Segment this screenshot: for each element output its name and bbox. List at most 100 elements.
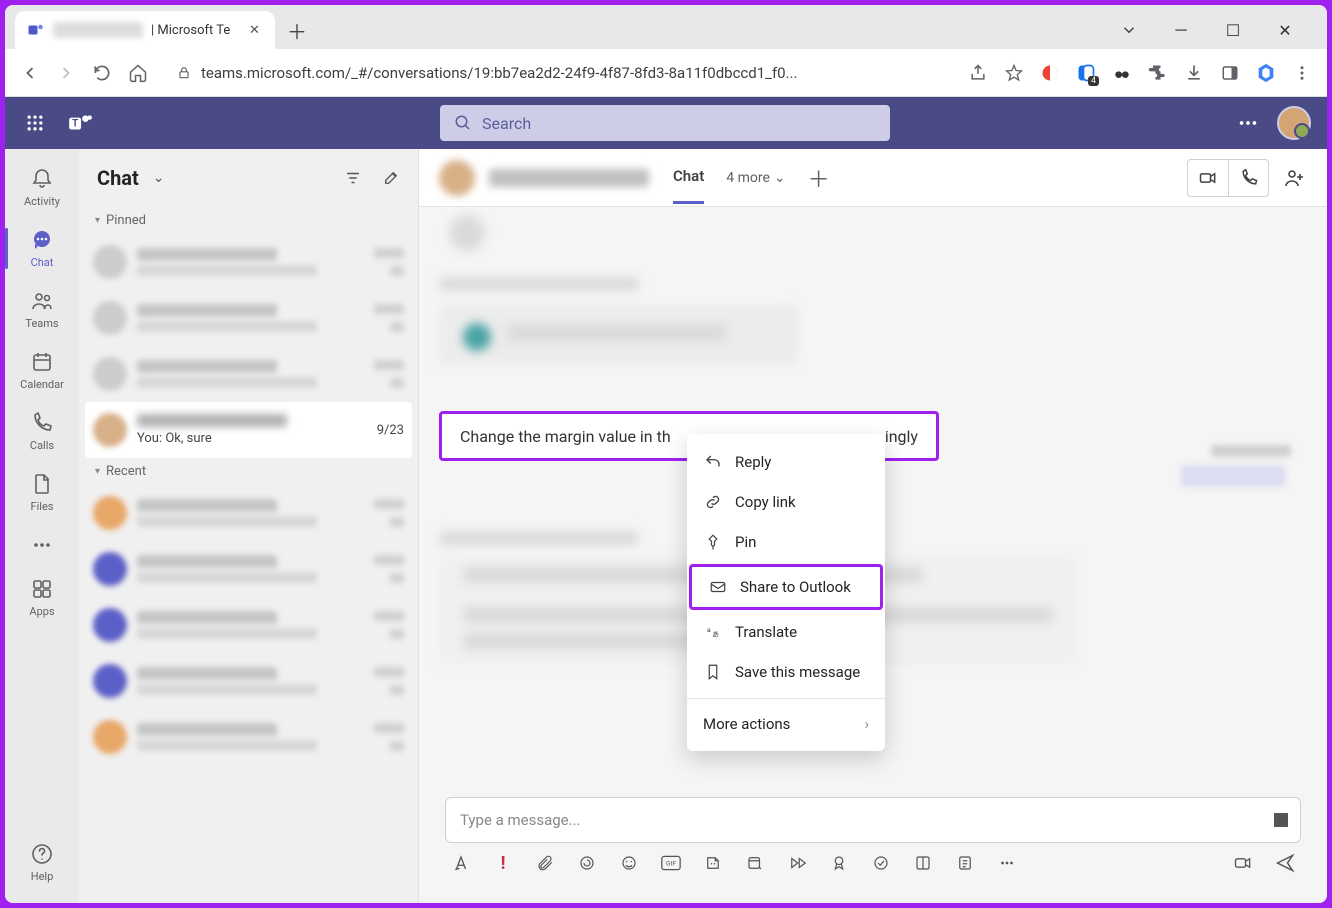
new-chat-icon[interactable]	[382, 169, 400, 187]
video-clip-icon[interactable]	[1233, 853, 1253, 873]
sticker-icon[interactable]	[703, 853, 723, 873]
rail-teams[interactable]: Teams	[5, 281, 79, 338]
ext-download-icon[interactable]	[1183, 62, 1205, 84]
compose-placeholder: Type a message...	[460, 811, 581, 829]
compose-input[interactable]: Type a message...	[445, 797, 1301, 843]
search-icon	[454, 114, 472, 132]
window-controls: ─ ☐ ✕	[1113, 14, 1317, 46]
emoji-icon[interactable]	[619, 853, 639, 873]
audio-call-button[interactable]	[1228, 160, 1268, 196]
ext-sidepanel-icon[interactable]	[1219, 62, 1241, 84]
chat-item[interactable]	[79, 346, 418, 402]
browser-menu-button[interactable]	[1291, 62, 1313, 84]
chat-header-avatar[interactable]	[439, 160, 475, 196]
menu-separator	[687, 698, 885, 699]
ext-hexagon-icon[interactable]	[1255, 62, 1277, 84]
rail-more[interactable]	[5, 525, 79, 565]
call-buttons	[1187, 159, 1269, 197]
caret-icon: ▾	[95, 466, 100, 477]
teams-top-bar: T Search	[5, 97, 1327, 149]
send-button[interactable]	[1275, 853, 1295, 873]
section-recent[interactable]: ▾ Recent	[79, 458, 418, 485]
loop-icon[interactable]	[577, 853, 597, 873]
filter-icon[interactable]	[344, 169, 362, 187]
pin-icon	[703, 532, 723, 552]
rail-files[interactable]: Files	[5, 464, 79, 521]
user-avatar[interactable]	[1277, 106, 1311, 140]
share-icon[interactable]	[967, 62, 989, 84]
chat-item[interactable]	[79, 597, 418, 653]
format-icon[interactable]	[451, 853, 471, 873]
url-text: teams.microsoft.com/_#/conversations/19:…	[201, 64, 797, 82]
chat-item-selected[interactable]: You: Ok, sure 9/23	[85, 402, 412, 458]
chat-item[interactable]	[79, 290, 418, 346]
nav-reload-button[interactable]	[91, 62, 113, 84]
menu-reply[interactable]: Reply	[687, 442, 885, 482]
ext-puzzle-icon[interactable]	[1147, 62, 1169, 84]
compose-more-icon[interactable]	[997, 853, 1017, 873]
bookmark-star-icon[interactable]	[1003, 62, 1025, 84]
section-pinned[interactable]: ▾ Pinned	[79, 207, 418, 234]
window-maximize-button[interactable]: ☐	[1217, 14, 1249, 46]
url-bar[interactable]: teams.microsoft.com/_#/conversations/19:…	[163, 56, 953, 90]
menu-copy-link[interactable]: Copy link	[687, 482, 885, 522]
app-launcher-icon[interactable]	[21, 113, 49, 133]
tab-chat[interactable]: Chat	[673, 167, 704, 204]
menu-share-outlook[interactable]: Share to Outlook	[689, 564, 883, 610]
gif-icon[interactable]: GIF	[661, 853, 681, 873]
teams-logo-icon[interactable]: T	[67, 110, 93, 136]
browser-tab[interactable]: | Microsoft Te ✕	[15, 11, 275, 49]
add-people-button[interactable]	[1283, 166, 1307, 190]
ext-incognito-icon[interactable]	[1111, 62, 1133, 84]
viva-icon[interactable]	[913, 853, 933, 873]
tab-close-icon[interactable]: ✕	[249, 23, 263, 38]
approvals-icon[interactable]	[871, 853, 891, 873]
menu-translate[interactable]: aあ Translate	[687, 612, 885, 652]
nav-back-button[interactable]	[19, 62, 41, 84]
window-minimize-button[interactable]: ─	[1165, 14, 1197, 46]
menu-save-message[interactable]: Save this message	[687, 652, 885, 692]
rail-chat[interactable]: Chat	[5, 220, 79, 277]
chat-dropdown-chevron-icon[interactable]: ⌄	[153, 170, 165, 186]
message-text-end: ingly	[885, 427, 918, 446]
schedule-icon[interactable]	[745, 853, 765, 873]
settings-more-icon[interactable]	[1237, 112, 1259, 134]
tab-title: | Microsoft Te	[151, 23, 241, 38]
menu-pin[interactable]: Pin	[687, 522, 885, 562]
tabs-more[interactable]: 4 more ⌄	[726, 170, 785, 186]
chat-item[interactable]	[79, 541, 418, 597]
priority-icon[interactable]: !	[493, 853, 513, 873]
caret-down-icon[interactable]	[1113, 14, 1145, 46]
chat-header: Chat 4 more ⌄ ＋	[419, 149, 1327, 207]
stream-icon[interactable]	[787, 853, 807, 873]
chat-item[interactable]	[79, 653, 418, 709]
compose-area: Type a message... ! GIF	[445, 797, 1301, 873]
attach-icon[interactable]	[535, 853, 555, 873]
chat-item[interactable]	[79, 709, 418, 765]
video-call-button[interactable]	[1188, 160, 1228, 196]
ext-red-icon[interactable]	[1039, 62, 1061, 84]
updates-icon[interactable]	[955, 853, 975, 873]
chat-header-name-blurred	[489, 169, 649, 187]
nav-home-button[interactable]	[127, 62, 149, 84]
window-close-button[interactable]: ✕	[1269, 14, 1301, 46]
rail-calls[interactable]: Calls	[5, 403, 79, 460]
chat-item[interactable]	[79, 234, 418, 290]
ext-blue-sync-icon[interactable]: 4	[1075, 62, 1097, 84]
chat-item[interactable]	[79, 485, 418, 541]
rail-activity[interactable]: Activity	[5, 159, 79, 216]
extensions-row: 4	[967, 62, 1313, 84]
rail-help[interactable]: Help	[5, 834, 79, 891]
message-context-menu: Reply Copy link Pin Share to Outlook aあ …	[687, 434, 885, 751]
mail-icon	[708, 577, 728, 597]
praise-icon[interactable]	[829, 853, 849, 873]
new-tab-button[interactable]: ＋	[283, 16, 311, 45]
rail-calendar[interactable]: Calendar	[5, 342, 79, 399]
search-input[interactable]: Search	[440, 105, 890, 141]
rail-apps[interactable]: Apps	[5, 569, 79, 626]
compose-stop-icon[interactable]	[1274, 813, 1288, 827]
add-tab-button[interactable]: ＋	[808, 162, 830, 194]
svg-text:T: T	[72, 118, 78, 129]
menu-more-actions[interactable]: More actions ›	[687, 705, 885, 743]
nav-forward-button[interactable]	[55, 62, 77, 84]
